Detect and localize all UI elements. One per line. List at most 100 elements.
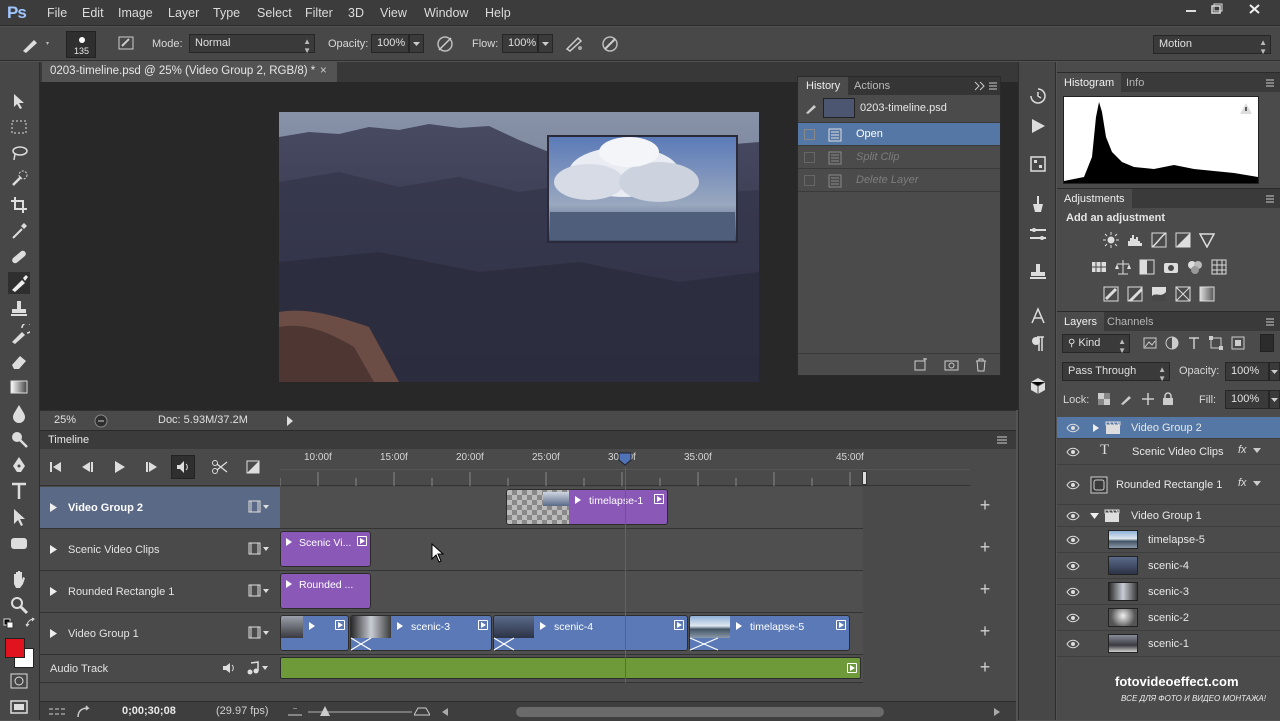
menu-image[interactable]: Image [118,6,153,20]
expand-arrow-icon[interactable] [1092,424,1100,432]
brush-presets-icon[interactable] [1028,194,1048,214]
foreground-color-swatch[interactable] [5,638,25,658]
chevron-down-icon[interactable] [1253,479,1261,487]
pressure-opacity-icon[interactable] [435,34,455,54]
track-header-rounded-rectangle-1[interactable]: Rounded Rectangle 1 [40,571,280,613]
trash-icon[interactable] [974,358,988,372]
pen-tool-icon[interactable] [8,454,30,476]
render-video-icon[interactable] [76,705,92,719]
history-source-checkbox[interactable] [804,152,815,163]
add-media-button[interactable]: + [970,495,1000,516]
clip-end-icon[interactable] [847,663,857,673]
menu-3d[interactable]: 3D [348,6,364,20]
go-to-first-frame-icon[interactable] [50,462,62,472]
black-white-icon[interactable] [1139,259,1155,275]
tab-actions[interactable]: Actions [846,77,898,95]
speaker-icon[interactable] [222,662,236,674]
filter-adjustment-icon[interactable] [1165,336,1181,352]
zoom-level[interactable]: 25% [54,414,76,426]
visibility-eye-icon[interactable] [1066,423,1080,433]
film-strip-icon[interactable] [248,584,270,598]
layer-row-video-group-1[interactable]: Video Group 1 [1057,505,1280,527]
scroll-left-icon[interactable] [442,708,448,716]
selective-color-icon[interactable] [1175,286,1191,302]
fx-badge[interactable]: fx [1238,477,1247,489]
layer-filter-dropdown[interactable]: ⚲ Kind ▲ ▼ [1062,334,1130,355]
history-source-checkbox[interactable] [804,129,815,140]
color-lookup-icon[interactable] [1211,259,1227,275]
filter-smart-object-icon[interactable] [1231,336,1247,352]
blend-mode-dropdown[interactable]: Pass Through ▲ ▼ [1062,362,1170,383]
exposure-icon[interactable] [1175,232,1191,248]
panel-menu-icon[interactable] [988,81,998,91]
workspace-dropdown[interactable]: Motion ▲ ▼ [1153,35,1271,56]
minimize-icon[interactable] [1178,2,1204,16]
visibility-eye-icon[interactable] [1066,447,1080,457]
restore-icon[interactable] [1204,2,1230,16]
status-export-icon[interactable] [94,414,108,428]
film-strip-icon[interactable] [248,626,270,640]
previous-frame-icon[interactable] [81,462,93,472]
expand-arrow-icon[interactable] [50,503,57,512]
layer-row-scenic-video-clips[interactable]: T Scenic Video Clips fx [1057,439,1280,465]
blur-tool-icon[interactable] [8,402,30,424]
add-media-button[interactable]: + [970,621,1000,642]
clip-end-icon[interactable] [836,620,846,630]
photo-filter-icon[interactable] [1163,259,1179,275]
menu-edit[interactable]: Edit [82,6,104,20]
brightness-contrast-icon[interactable] [1103,232,1119,248]
visibility-eye-icon[interactable] [1066,535,1080,545]
transition-icon[interactable] [493,637,515,651]
clip-end-icon[interactable] [654,494,664,504]
lock-all-icon[interactable] [1161,392,1177,408]
chevron-down-icon[interactable] [1253,446,1261,454]
visibility-eye-icon[interactable] [1066,561,1080,571]
close-window-icon[interactable] [1238,2,1272,16]
clip-end-icon[interactable] [478,620,488,630]
menu-help[interactable]: Help [485,6,511,20]
clip-rounded-rectangle[interactable]: Rounded ... [280,573,371,609]
split-at-playhead-icon[interactable] [212,460,228,474]
3d-panel-icon[interactable] [1028,376,1048,396]
layer-row-scenic-4[interactable]: scenic-4 [1057,553,1280,579]
quick-mask-icon[interactable] [8,670,30,692]
track-header-scenic-video-clips[interactable]: Scenic Video Clips [40,529,280,571]
clip-scenic-4[interactable]: scenic-4 [493,615,688,651]
filter-toggle[interactable] [1260,334,1274,352]
history-snapshot[interactable]: 0203-timeline.psd [798,95,1000,123]
brush-tool-icon[interactable] [8,272,30,294]
horizontal-scrollbar-thumb[interactable] [516,707,884,717]
filter-shape-icon[interactable] [1209,336,1225,352]
channel-mixer-icon[interactable] [1187,259,1203,275]
filter-type-icon[interactable] [1187,336,1203,352]
marquee-tool-icon[interactable] [8,116,30,138]
brush-panel-icon[interactable] [117,34,137,52]
expand-arrow-icon[interactable] [50,545,57,554]
panel-menu-icon[interactable] [996,435,1008,445]
current-timecode[interactable]: 0;00;30;08 [122,705,176,717]
fill-dropdown-button[interactable] [1269,390,1280,409]
layer-row-rounded-rectangle-1[interactable]: Rounded Rectangle 1 fx [1057,465,1280,505]
play-icon[interactable] [115,461,125,473]
frame-animation-icon[interactable] [48,706,66,718]
color-balance-icon[interactable] [1115,259,1131,275]
invert-icon[interactable] [1103,286,1119,302]
zoom-out-icon[interactable] [288,708,302,716]
swap-colors-icon[interactable] [25,617,37,629]
character-panel-icon[interactable] [1028,306,1048,326]
properties-panel-icon[interactable] [1028,154,1048,174]
default-colors-icon[interactable] [3,618,15,630]
mode-dropdown[interactable]: Normal ▲ ▼ [189,34,315,55]
layer-opacity-input[interactable]: 100% [1225,362,1269,381]
warning-icon[interactable] [1239,102,1253,115]
history-panel-icon[interactable] [1028,86,1048,106]
visibility-eye-icon[interactable] [1066,639,1080,649]
brush-panel-icon[interactable] [1028,224,1048,244]
opacity-input[interactable]: 100% [371,34,409,53]
visibility-eye-icon[interactable] [1066,587,1080,597]
layer-row-scenic-2[interactable]: scenic-2 [1057,605,1280,631]
hue-saturation-icon[interactable] [1091,259,1107,275]
history-source-checkbox[interactable] [804,175,815,186]
brush-tool-icon[interactable] [20,34,50,54]
clone-stamp-tool-icon[interactable] [8,298,30,320]
